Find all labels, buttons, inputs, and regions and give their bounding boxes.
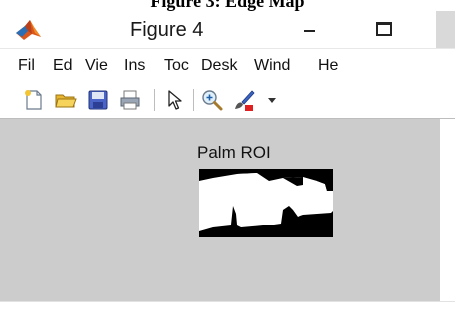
toolbar — [0, 82, 455, 119]
menu-tools[interactable]: Toc — [164, 56, 189, 76]
canvas-edge — [440, 119, 455, 301]
close-button[interactable] — [436, 11, 455, 48]
figure-caption: Figure 3: Edge Map — [150, 0, 305, 11]
plot-title: Palm ROI — [197, 143, 271, 162]
new-figure-icon[interactable] — [22, 88, 46, 112]
title-bar[interactable]: Figure 4 — [0, 11, 455, 48]
pointer-icon[interactable] — [162, 88, 186, 112]
open-file-icon[interactable] — [54, 88, 78, 112]
status-bar — [0, 301, 455, 329]
brush-icon[interactable] — [232, 88, 256, 112]
print-icon[interactable] — [118, 88, 142, 112]
minimize-button[interactable] — [286, 14, 330, 44]
menu-bar: Fil Ed Vie Ins Toc Desk Wind He — [0, 48, 455, 83]
toolbar-separator — [193, 89, 194, 111]
menu-help[interactable]: He — [318, 56, 338, 76]
menu-insert[interactable]: Ins — [124, 56, 145, 76]
window-title: Figure 4 — [130, 19, 204, 41]
maximize-button[interactable] — [360, 14, 404, 44]
menu-view[interactable]: Vie — [85, 56, 108, 76]
save-icon[interactable] — [86, 88, 110, 112]
maximize-icon — [376, 22, 392, 36]
figure-window: Figure 4 Fil Ed Vie Ins Toc Desk Wind He — [0, 11, 455, 329]
zoom-in-icon[interactable] — [200, 88, 224, 112]
figure-canvas: Palm ROI — [0, 119, 440, 301]
minimize-icon — [304, 30, 315, 32]
toolbar-separator — [154, 89, 155, 111]
menu-desktop[interactable]: Desk — [201, 56, 237, 76]
chevron-down-icon[interactable] — [268, 98, 276, 103]
menu-edit[interactable]: Ed — [53, 56, 73, 76]
menu-window[interactable]: Wind — [254, 56, 290, 76]
palm-roi-image — [199, 169, 333, 237]
menu-file[interactable]: Fil — [18, 56, 35, 76]
matlab-icon — [16, 20, 41, 40]
